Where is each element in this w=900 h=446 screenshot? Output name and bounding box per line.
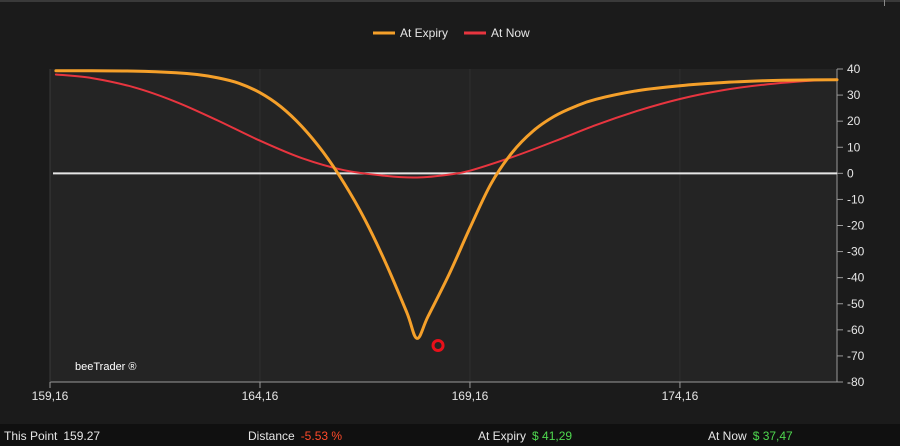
y-tick-label: 30 <box>847 88 861 102</box>
y-tick-label: -50 <box>847 297 865 311</box>
y-tick-label: 0 <box>847 166 854 180</box>
at-now-value: $ 37,47 <box>752 429 793 443</box>
y-tick-label: -20 <box>847 219 865 233</box>
at-expiry-stat: At Expiry $ 41,29 <box>478 429 572 443</box>
x-tick-label: 174,16 <box>662 389 699 403</box>
at-now-label: At Now <box>708 429 747 443</box>
legend-label-at-expiry: At Expiry <box>400 26 448 40</box>
y-tick-label: -80 <box>847 375 865 389</box>
plot-area <box>50 69 837 382</box>
distance-label: Distance <box>248 429 295 443</box>
y-tick-label: 20 <box>847 114 861 128</box>
at-expiry-label: At Expiry <box>478 429 527 443</box>
this-point-label: This Point <box>4 429 58 443</box>
legend-label-at-now: At Now <box>491 26 530 40</box>
y-tick-label: -30 <box>847 245 865 259</box>
chart-panel: 159,16 164,16 169,16 174,16 40 30 20 10 0 -10 -20 -… <box>0 0 900 446</box>
status-footer: This Point 159.27 Distance -5.53 % At Expi… <box>0 424 900 446</box>
this-point-stat: This Point 159.27 <box>4 429 100 443</box>
this-point-value: 159.27 <box>63 429 101 443</box>
x-tick-label: 164,16 <box>242 389 279 403</box>
distance-stat: Distance -5.53 % <box>248 429 342 443</box>
at-now-stat: At Now $ 37,47 <box>708 429 793 443</box>
watermark-text: beeTrader ® <box>75 361 137 373</box>
y-tick-label: -10 <box>847 192 865 206</box>
x-tick-label: 159,16 <box>32 389 69 403</box>
y-tick-label: -60 <box>847 323 865 337</box>
legend: At Expiry At Now <box>373 26 530 40</box>
y-tick-label: -40 <box>847 271 865 285</box>
at-expiry-value: $ 41,29 <box>532 429 573 443</box>
payoff-chart[interactable]: 159,16 164,16 169,16 174,16 40 30 20 10 0 -10 -20 -… <box>0 0 900 424</box>
y-tick-label: 40 <box>847 62 861 76</box>
x-tick-label: 169,16 <box>452 389 489 403</box>
y-tick-label: 10 <box>847 140 861 154</box>
y-tick-label: -70 <box>847 349 865 363</box>
distance-value: -5.53 % <box>300 429 343 443</box>
